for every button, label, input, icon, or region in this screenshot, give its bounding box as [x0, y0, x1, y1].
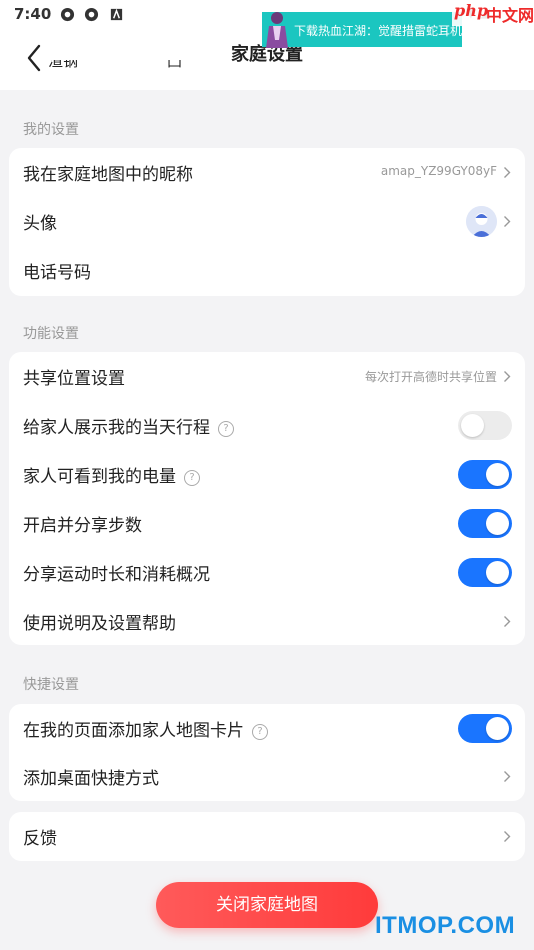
- row-label-text: 给家人展示我的当天行程: [23, 418, 210, 438]
- app-notification-icon: [60, 7, 75, 22]
- section-label-my-settings: 我的设置: [23, 122, 79, 138]
- row-label: 反馈: [23, 829, 57, 849]
- row-nickname[interactable]: 我在家庭地图中的昵称 amap_YZ99GY08yF: [9, 148, 525, 197]
- row-label: 共享位置设置: [23, 369, 125, 389]
- row-help[interactable]: 使用说明及设置帮助: [9, 597, 525, 646]
- row-phone[interactable]: 电话号码: [9, 246, 525, 295]
- nickname-value: amap_YZ99GY08yF: [380, 164, 497, 178]
- toggle-knob: [461, 414, 484, 437]
- row-label: 电话号码: [23, 263, 91, 283]
- section-label-quick-settings: 快捷设置: [23, 677, 79, 693]
- toggle-knob: [486, 717, 509, 740]
- chevron-right-icon: [504, 371, 511, 382]
- watermark-cn: 中文网: [486, 6, 534, 25]
- row-label: 使用说明及设置帮助: [23, 614, 176, 634]
- help-icon[interactable]: ?: [252, 724, 268, 740]
- chevron-right-icon: [504, 167, 511, 178]
- row-label: 开启并分享步数: [23, 516, 142, 536]
- row-label: 家人可看到我的电量?: [23, 462, 200, 487]
- toggle-knob: [486, 561, 509, 584]
- toggle-battery[interactable]: [458, 460, 512, 489]
- app-notification-icon: [110, 8, 123, 21]
- character-icon: [266, 12, 288, 48]
- row-label-text: 家人可看到我的电量: [23, 467, 176, 487]
- card-quick-settings: 在我的页面添加家人地图卡片? 添加桌面快捷方式: [9, 704, 525, 801]
- row-shortcut[interactable]: 添加桌面快捷方式: [9, 752, 525, 801]
- row-label: 在我的页面添加家人地图卡片?: [23, 716, 268, 741]
- watermark-php: php: [454, 1, 489, 20]
- row-show-trip: 给家人展示我的当天行程?: [9, 401, 525, 450]
- row-battery: 家人可看到我的电量?: [9, 450, 525, 499]
- row-avatar[interactable]: 头像: [9, 197, 525, 246]
- help-icon[interactable]: ?: [184, 470, 200, 486]
- row-label: 给家人展示我的当天行程?: [23, 413, 234, 438]
- card-feedback: 反馈: [9, 812, 525, 861]
- row-label-text: 在我的页面添加家人地图卡片: [23, 721, 244, 741]
- row-feedback[interactable]: 反馈: [9, 812, 525, 861]
- row-share-location[interactable]: 共享位置设置 每次打开高德时共享位置: [9, 352, 525, 401]
- banner-ad[interactable]: 下载热血江湖：觉醒措雷蛇耳机: [262, 12, 463, 48]
- row-label: 添加桌面快捷方式: [23, 769, 159, 789]
- banner-text: 下载热血江湖：觉醒措雷蛇耳机: [294, 24, 463, 38]
- row-label: 我在家庭地图中的昵称: [23, 165, 193, 185]
- row-label: 分享运动时长和消耗概况: [23, 565, 210, 585]
- card-my-settings: 我在家庭地图中的昵称 amap_YZ99GY08yF 头像 电话号码: [9, 148, 525, 296]
- close-family-map-button[interactable]: 关闭家庭地图: [156, 882, 378, 928]
- status-time: 7:40: [14, 5, 52, 23]
- row-exercise: 分享运动时长和消耗概况: [9, 548, 525, 597]
- toggle-knob: [486, 463, 509, 486]
- avatar: [466, 206, 497, 237]
- chevron-right-icon: [504, 216, 511, 227]
- toggle-add-card[interactable]: [458, 714, 512, 743]
- peek-text: 凸: [167, 60, 183, 70]
- share-location-value: 每次打开高德时共享位置: [364, 370, 497, 384]
- row-add-card: 在我的页面添加家人地图卡片?: [9, 704, 525, 753]
- toggle-exercise[interactable]: [458, 558, 512, 587]
- chevron-right-icon: [504, 616, 511, 627]
- toggle-show-trip[interactable]: [458, 411, 512, 440]
- row-steps: 开启并分享步数: [9, 499, 525, 548]
- chevron-right-icon: [504, 771, 511, 782]
- toggle-steps[interactable]: [458, 509, 512, 538]
- help-icon[interactable]: ?: [218, 421, 234, 437]
- chevron-right-icon: [504, 831, 511, 842]
- app-notification-icon: [84, 7, 99, 22]
- peek-text: 渲钢: [48, 60, 79, 70]
- section-label-function-settings: 功能设置: [23, 326, 79, 342]
- toggle-knob: [486, 512, 509, 535]
- watermark-itmop: ITMOP.COM: [375, 912, 516, 939]
- watermark-logo: php 中文网: [452, 0, 534, 26]
- row-label: 头像: [23, 214, 57, 234]
- card-function-settings: 共享位置设置 每次打开高德时共享位置 给家人展示我的当天行程? 家人可看到我的电…: [9, 352, 525, 645]
